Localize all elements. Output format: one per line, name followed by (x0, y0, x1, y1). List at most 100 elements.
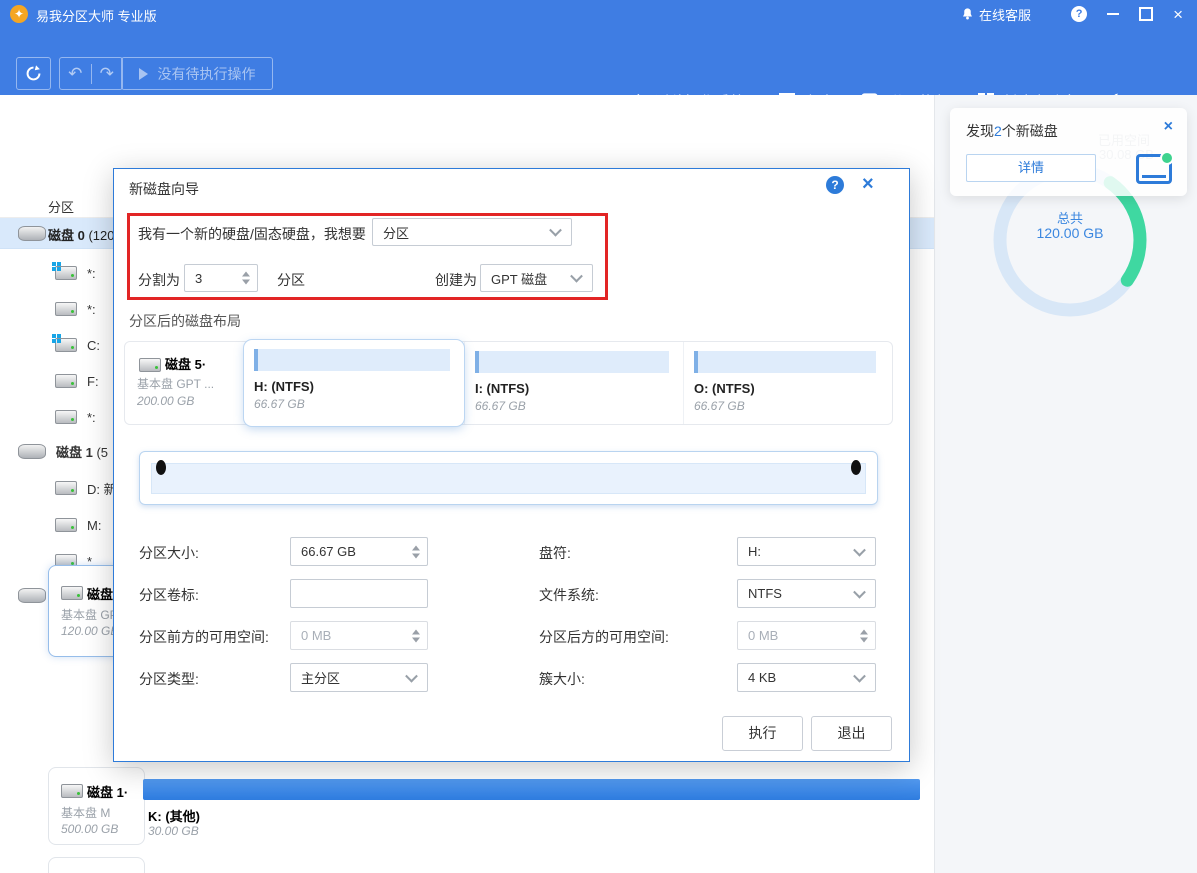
redo-button[interactable]: ↷ (92, 64, 123, 84)
cluster-size-dropdown[interactable]: 4 KB (737, 663, 876, 692)
slider-track (151, 463, 866, 494)
drive-icon (61, 783, 83, 798)
disk2-card[interactable]: 磁盘 2· 基本盘 MBR... 30.00 GB (48, 857, 145, 873)
pending-operations[interactable]: 没有待执行操作 (121, 57, 273, 90)
drive-letter-dropdown[interactable]: H: (737, 537, 876, 566)
partition-label: I: (NTFS) (475, 381, 530, 396)
exit-button[interactable]: 退出 (811, 716, 892, 751)
tree-item-label: D: 新加 (87, 481, 113, 497)
partition-size-stepper[interactable]: 66.67 GB (290, 537, 428, 566)
disk1-card-name: 磁盘 1· (87, 785, 129, 800)
space-after-value: 0 MB (748, 628, 779, 643)
volume-label-input[interactable] (290, 579, 428, 608)
chevron-down-icon (853, 585, 866, 599)
split-count-value: 3 (195, 270, 203, 286)
disk0-name: 磁盘 0 (48, 228, 85, 243)
tree-item-partition[interactable]: F: (55, 371, 99, 391)
chevron-down-icon (570, 269, 583, 283)
disk1-card[interactable]: 磁盘 1· 基本盘 M 500.00 GB (48, 767, 145, 845)
chevron-down-icon (549, 223, 562, 237)
stepper-arrows-icon[interactable] (242, 271, 250, 285)
split-label: 分割为 (138, 272, 180, 288)
undo-redo-group: ↶ ↷ (59, 57, 123, 90)
online-service-button[interactable]: 在线客服 (961, 5, 1031, 24)
titlebar: ✦ 易我分区大师 专业版 在线客服 ? × (0, 0, 1197, 28)
chevron-down-icon (853, 543, 866, 557)
tree-item-label: C: (87, 337, 100, 353)
dialog-help-icon[interactable]: ? (826, 176, 844, 194)
tree-item-disk1[interactable]: 磁盘 1 (5 (18, 441, 108, 461)
space-before-label: 分区前方的可用空间: (139, 629, 269, 645)
undo-button[interactable]: ↶ (60, 63, 92, 84)
action-dropdown[interactable]: 分区 (372, 218, 572, 246)
close-button[interactable]: × (1173, 6, 1183, 23)
tree-item-partition[interactable]: *: (52, 262, 96, 283)
layout-disk-name: 磁盘 5· (165, 357, 207, 372)
tree-item-partition[interactable]: C: (52, 334, 100, 355)
filesystem-value: NTFS (748, 586, 782, 601)
new-disk-notification: 发现2个新磁盘 × 详情 (950, 108, 1187, 196)
partition-size: 66.67 GB (475, 399, 526, 413)
disk-type-dropdown[interactable]: GPT 磁盘 (480, 264, 593, 292)
dialog-title: 新磁盘向导 (129, 181, 199, 197)
partition-type-dropdown[interactable]: 主分区 (290, 663, 428, 692)
cluster-size-label: 簇大小: (539, 671, 585, 687)
toolbar: ↶ ↷ 没有待执行操作 迁移操作系统 克隆 分区恢复 创建启动盘 (0, 28, 1197, 111)
stepper-arrows-icon[interactable] (860, 629, 868, 642)
split-count-stepper[interactable]: 3 (184, 264, 258, 292)
drive-icon (52, 334, 77, 352)
space-after-stepper[interactable]: 0 MB (737, 621, 876, 650)
refresh-icon (26, 65, 41, 81)
stepper-arrows-icon[interactable] (412, 629, 420, 642)
disk-layout-preview: 磁盘 5· 基本盘 GPT ... 200.00 GB H: (NTFS) 66… (124, 340, 893, 426)
partition-cell-h[interactable]: H: (NTFS) 66.67 GB (244, 340, 464, 426)
slider-left-handle[interactable] (156, 460, 166, 475)
partition-label: O: (NTFS) (694, 381, 755, 396)
dialog-close-icon[interactable]: × (862, 173, 874, 196)
help-button[interactable]: ? (1071, 6, 1088, 22)
partition-bar (694, 351, 876, 373)
stepper-arrows-icon[interactable] (412, 545, 420, 558)
disk1-card-type: 基本盘 M (61, 806, 111, 820)
tree-item-partition[interactable]: D: 新加 (55, 478, 113, 498)
filesystem-dropdown[interactable]: NTFS (737, 579, 876, 608)
notification-details-button[interactable]: 详情 (966, 154, 1096, 182)
disk1-info: (5 (96, 444, 109, 460)
column-header-partition[interactable]: 分区 (48, 197, 74, 216)
notification-close-icon[interactable]: × (1164, 118, 1173, 136)
refresh-button[interactable] (16, 57, 51, 90)
drive-icon (52, 262, 77, 280)
disk1-name: 磁盘 1 (56, 444, 93, 460)
maximize-button[interactable] (1139, 7, 1154, 21)
partition-cell-i[interactable]: I: (NTFS) 66.67 GB (464, 342, 683, 424)
play-icon (138, 67, 148, 80)
split-suffix-label: 分区 (277, 272, 305, 288)
online-service-label: 在线客服 (979, 7, 1032, 23)
space-before-stepper[interactable]: 0 MB (290, 621, 428, 650)
drive-icon (55, 374, 77, 388)
execute-button[interactable]: 执行 (722, 716, 803, 751)
chevron-down-icon (405, 669, 418, 683)
partition-cell-o[interactable]: O: (NTFS) 66.67 GB (683, 342, 890, 424)
layout-disk-type: 基本盘 GPT ... (137, 377, 215, 391)
slider-right-handle[interactable] (851, 460, 861, 475)
drive-icon (55, 481, 77, 495)
pending-operations-label: 没有待执行操作 (157, 65, 256, 82)
disk2-partition-bar[interactable] (143, 779, 920, 800)
app-title: 易我分区大师 专业版 (36, 9, 157, 24)
new-disk-icon (1136, 151, 1174, 184)
tree-item-label: *: (87, 265, 96, 281)
tree-item-partition[interactable]: *: (55, 299, 96, 319)
partition-type-label: 分区类型: (139, 671, 199, 687)
drive-letter-label: 盘符: (539, 545, 571, 561)
tree-item-partition[interactable]: *: (55, 407, 96, 427)
partition-master-window: ✦ 易我分区大师 专业版 在线客服 ? × ↶ ↷ 没有待执行操作 分区 磁盘 … (0, 0, 1197, 873)
cluster-size-value: 4 KB (748, 670, 777, 685)
disk-type-value: GPT 磁盘 (491, 271, 548, 287)
partition-bar (475, 351, 669, 373)
volume-label-label: 分区卷标: (139, 587, 199, 603)
partition-size-slider[interactable] (139, 451, 878, 505)
minimize-button[interactable] (1107, 13, 1120, 15)
tree-item-partition[interactable]: M: (55, 515, 101, 535)
disk-icon (18, 587, 46, 603)
